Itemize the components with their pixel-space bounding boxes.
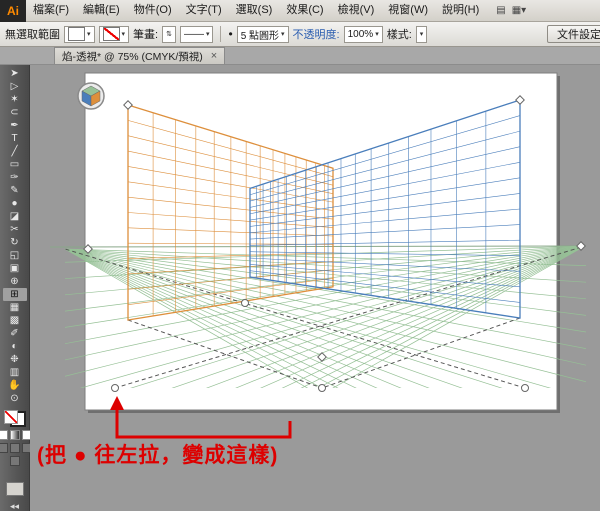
free-transform-tool[interactable]: ▣	[3, 262, 27, 275]
stroke-swatch-preview	[102, 27, 120, 41]
blend-tool[interactable]: ◐	[3, 340, 27, 353]
line-segment-tool[interactable]: ╱	[3, 145, 27, 158]
tools-list: ➤ ▷ ✶ ⊂ ✒ T ╱ ▭ ✑ ✎ ● ◪ ✂ ↻ ◱ ▣ ⊕ ⊞ ▦ ▩ ✐ ◐ ❉ ▥ ✋ ⊙	[2, 67, 27, 405]
column-graph-tool[interactable]: ▥	[3, 366, 27, 379]
menu-select[interactable]: 選取(S)	[229, 0, 280, 21]
tools-panel: ➤ ▷ ✶ ⊂ ✒ T ╱ ▭ ✑ ✎ ● ◪ ✂ ↻ ◱ ▣ ⊕ ⊞ ▦ ▩ ✐ ◐ ❉ ▥ ✋ ⊙ ◂◂	[0, 65, 32, 511]
collapsed-panel-icon[interactable]	[5, 482, 24, 496]
workspace: ➤ ▷ ✶ ⊂ ✒ T ╱ ▭ ✑ ✎ ● ◪ ✂ ↻ ◱ ▣ ⊕ ⊞ ▦ ▩ ✐ ◐ ❉ ▥ ✋ ⊙ ◂◂	[0, 65, 600, 511]
menu-file[interactable]: 檔案(F)	[26, 0, 76, 21]
color-mode-buttons	[0, 430, 32, 440]
menu-window[interactable]: 視窗(W)	[381, 0, 435, 21]
menu-items: 檔案(F) 編輯(E) 物件(O) 文字(T) 選取(S) 效果(C) 檢視(V) 視窗(W)…	[26, 0, 486, 21]
chevron-down-icon: ▾	[205, 31, 210, 38]
style-label: 樣式:	[386, 29, 412, 41]
lasso-tool[interactable]: ⊂	[3, 106, 27, 119]
chevron-down-icon: ▾	[281, 31, 285, 38]
hand-tool[interactable]: ✋	[3, 379, 27, 392]
chevron-down-icon: ▾	[375, 31, 379, 38]
style-dropdown[interactable]: ▾	[415, 25, 428, 43]
fill-swatch-preview	[68, 27, 85, 41]
gradient-button[interactable]	[9, 430, 20, 440]
fill-color-dropdown[interactable]: ▾	[64, 25, 95, 43]
divider	[220, 26, 222, 42]
tab-close-icon[interactable]: ×	[211, 50, 217, 62]
document-tab-bar: 焰-透視* @ 75% (CMYK/預視) ×	[0, 47, 600, 65]
selection-tool[interactable]: ➤	[3, 67, 27, 80]
fill-swatch[interactable]	[3, 410, 18, 424]
app-logo: Ai	[0, 0, 26, 22]
scale-tool[interactable]: ◱	[3, 249, 27, 262]
chevron-down-icon: ▾	[87, 31, 91, 38]
brush-preview-icon: •	[228, 27, 233, 41]
chevron-down-icon: ▾	[419, 31, 424, 38]
draw-normal-button[interactable]	[0, 443, 8, 453]
opacity-value: 100%	[347, 28, 374, 40]
menu-type[interactable]: 文字(T)	[179, 0, 229, 21]
grid-circle-handle[interactable]	[111, 384, 119, 392]
stepper-arrows-icon: ⇅	[166, 31, 172, 38]
symbol-sprayer-tool[interactable]: ❉	[3, 353, 27, 366]
menu-edit[interactable]: 編輯(E)	[76, 0, 127, 21]
stroke-weight-stepper[interactable]: ⇅	[162, 25, 176, 43]
blob-brush-tool[interactable]: ●	[3, 197, 27, 210]
rotate-tool[interactable]: ↻	[3, 236, 27, 249]
arrange-documents-icon[interactable]: ▤	[496, 5, 505, 16]
gradient-tool[interactable]: ▩	[3, 314, 27, 327]
draw-behind-button[interactable]	[9, 443, 20, 453]
pen-tool[interactable]: ✒	[3, 119, 27, 132]
rectangle-tool[interactable]: ▭	[3, 158, 27, 171]
menu-view[interactable]: 檢視(V)	[331, 0, 382, 21]
illustrator-window: Ai 檔案(F) 編輯(E) 物件(O) 文字(T) 選取(S) 效果(C) 檢視(V) 視窗…	[0, 0, 600, 511]
plane-switching-widget[interactable]	[77, 82, 105, 110]
paintbrush-tool[interactable]: ✑	[3, 171, 27, 184]
document-setup-button[interactable]: 文件設定	[547, 25, 600, 43]
collapsed-panel-dock: ◂◂	[5, 482, 24, 511]
screen-mode-row	[9, 456, 20, 466]
scissors-tool[interactable]: ✂	[3, 223, 27, 236]
grid-circle-handle[interactable]	[521, 384, 529, 392]
menu-object[interactable]: 物件(O)	[127, 0, 179, 21]
type-tool[interactable]: T	[3, 132, 27, 145]
screen-mode-button[interactable]	[9, 456, 20, 466]
annotation-arrow	[115, 409, 292, 439]
opacity-label[interactable]: 不透明度:	[293, 26, 340, 42]
direct-selection-tool[interactable]: ▷	[3, 80, 27, 93]
selection-status: 無選取範圍	[5, 29, 60, 41]
menubar: Ai 檔案(F) 編輯(E) 物件(O) 文字(T) 選取(S) 效果(C) 檢視(V) 視窗…	[0, 0, 600, 22]
workspace-switcher-icon[interactable]: ▦▾	[512, 5, 526, 16]
perspective-grid-tool[interactable]: ⊞	[2, 288, 27, 301]
stroke-profile-value: ——	[183, 28, 204, 40]
annotation-text: (把 ● 往左拉，變成這樣)	[37, 444, 279, 467]
pencil-tool[interactable]: ✎	[3, 184, 27, 197]
stroke-profile-dropdown[interactable]: —— ▾	[179, 25, 214, 43]
stroke-weight-label: 筆畫:	[133, 29, 159, 41]
eraser-tool[interactable]: ◪	[3, 210, 27, 223]
brush-value: 5 點圓形	[240, 30, 280, 42]
menubar-icons: ▤ ▦▾	[496, 5, 526, 16]
menu-effect[interactable]: 效果(C)	[279, 0, 330, 21]
color-button[interactable]	[0, 430, 8, 440]
chevron-down-icon: ▾	[121, 31, 126, 38]
grid-circle-handle[interactable]	[318, 384, 326, 392]
magic-wand-tool[interactable]: ✶	[3, 93, 27, 106]
control-bar: 無選取範圍 ▾ ▾ 筆畫: ⇅ —— ▾ • 5 點圓形 ▾ 不透明度: 100% ▾…	[0, 22, 600, 47]
stroke-color-dropdown[interactable]: ▾	[98, 25, 130, 43]
shape-builder-tool[interactable]: ⊕	[3, 275, 27, 288]
zoom-tool[interactable]: ⊙	[3, 392, 27, 405]
grid-circle-handle[interactable]	[241, 299, 249, 307]
fill-stroke-indicator[interactable]	[3, 410, 26, 427]
menu-help[interactable]: 說明(H)	[435, 0, 486, 21]
mesh-tool[interactable]: ▦	[3, 301, 27, 314]
canvas-area[interactable]: (把 ● 往左拉，變成這樣)	[30, 65, 600, 511]
document-tab[interactable]: 焰-透視* @ 75% (CMYK/預視) ×	[54, 47, 226, 64]
document-tab-title: 焰-透視* @ 75% (CMYK/預視)	[62, 50, 203, 63]
brush-dropdown[interactable]: 5 點圓形 ▾	[236, 25, 289, 43]
expand-panel-icon[interactable]: ◂◂	[10, 502, 19, 511]
eyedropper-tool[interactable]: ✐	[3, 327, 27, 340]
opacity-dropdown[interactable]: 100% ▾	[343, 25, 383, 43]
draw-mode-buttons	[0, 443, 32, 453]
